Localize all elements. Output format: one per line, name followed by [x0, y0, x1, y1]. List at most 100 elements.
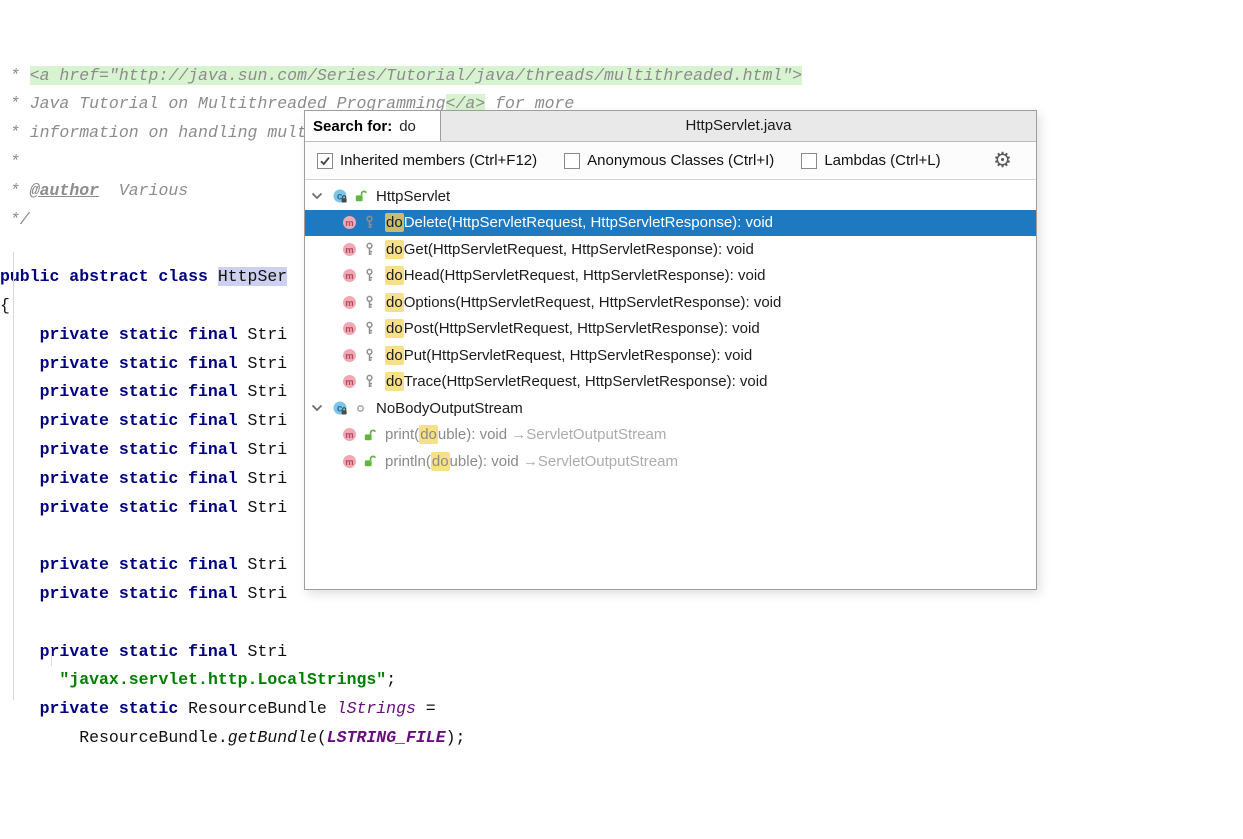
code-segment [0, 728, 79, 747]
svg-text:m: m [345, 271, 353, 282]
protected-key-icon [363, 374, 383, 389]
label-text: Post(HttpServletRequest, HttpServletResp… [404, 320, 760, 337]
protected-key-icon [363, 268, 383, 283]
label-text: uble): void [450, 453, 523, 470]
code-line[interactable]: private static final Stri [0, 638, 1243, 667]
code-segment: ResourceBundle [188, 699, 337, 718]
search-match-highlight: do [385, 319, 404, 338]
checkbox-checked-icon[interactable] [317, 153, 333, 169]
filter-label: Inherited members (Ctrl+F12) [340, 152, 537, 169]
code-segment: Stri [248, 555, 288, 574]
code-segment: private static final [40, 469, 248, 488]
code-segment: * [0, 123, 30, 142]
code-line[interactable]: private static ResourceBundle lStrings = [0, 695, 1243, 724]
search-match-highlight: do [385, 293, 404, 312]
search-input[interactable]: do [399, 118, 416, 135]
protected-key-icon [363, 242, 383, 257]
checkbox-unchecked-icon[interactable] [801, 153, 817, 169]
code-segment: private static final [40, 498, 248, 517]
popup-titlebar: Search for: do HttpServlet.java [305, 111, 1036, 142]
code-segment: * [0, 152, 20, 171]
tree-row-label: println(double): void →ServletOutputStre… [385, 453, 678, 470]
code-segment: ); [446, 728, 466, 747]
code-line[interactable]: "javax.servlet.http.LocalStrings"; [0, 666, 1243, 695]
tree-row-print[interactable]: mprint(double): void →ServletOutputStrea… [305, 422, 1036, 449]
code-segment: LSTRING_FILE [327, 728, 446, 747]
code-segment: private static final [40, 382, 248, 401]
code-segment: <a href="http://java.sun.com/Series/Tuto… [30, 66, 802, 85]
public-lock-icon [363, 428, 383, 442]
method-icon: m [341, 241, 363, 258]
protected-key-icon [363, 321, 383, 336]
checkbox-unchecked-icon[interactable] [564, 153, 580, 169]
code-segment [0, 354, 40, 373]
tree-row-doOptions[interactable]: mdoOptions(HttpServletRequest, HttpServl… [305, 289, 1036, 316]
code-segment: lStrings [337, 699, 416, 718]
tree-row-doHead[interactable]: mdoHead(HttpServletRequest, HttpServletR… [305, 263, 1036, 290]
filter-label: Lambdas (Ctrl+L) [824, 152, 940, 169]
filter-anonymous-classes-ctrl-i[interactable]: Anonymous Classes (Ctrl+I) [564, 152, 774, 169]
search-box[interactable]: Search for: do [305, 111, 441, 141]
code-segment: ; [386, 670, 396, 689]
label-text: print( [385, 426, 419, 443]
tree-row-doPost[interactable]: m doPost(HttpServletRequest, HttpServletR… [305, 316, 1036, 343]
code-segment: public abstract class [0, 267, 218, 286]
tree-row-label: doPut(HttpServletRequest, HttpServletRes… [385, 347, 752, 364]
svg-text:m: m [345, 377, 353, 388]
filter-lambdas-ctrl-l[interactable]: Lambdas (Ctrl+L) [801, 152, 940, 169]
tree-row-label: NoBodyOutputStream [376, 400, 523, 417]
indent-guide [51, 648, 52, 666]
code-segment: private static final [40, 555, 248, 574]
method-icon: m [341, 320, 363, 337]
code-segment: Stri [248, 411, 288, 430]
label-text: uble): void [438, 426, 511, 443]
code-segment: ( [317, 728, 327, 747]
indent-guide [13, 252, 14, 700]
structure-tree: cHttpServletmdoDelete(HttpServletRequest… [305, 180, 1036, 475]
code-segment: { [0, 296, 10, 315]
search-match-highlight: do [385, 346, 404, 365]
search-match-highlight: do [419, 425, 438, 444]
label-text: NoBodyOutputStream [376, 400, 523, 417]
code-segment [0, 325, 40, 344]
svg-text:m: m [345, 351, 353, 362]
method-icon: m [341, 347, 363, 364]
code-segment [0, 642, 40, 661]
label-text: Put(HttpServletRequest, HttpServletRespo… [404, 347, 753, 364]
code-segment: "javax.servlet.http.LocalStrings" [59, 670, 386, 689]
code-segment: Stri [248, 642, 288, 661]
tree-row-doTrace[interactable]: mdoTrace(HttpServletRequest, HttpServlet… [305, 369, 1036, 396]
code-line[interactable] [0, 609, 1243, 638]
chevron-down-icon[interactable] [305, 401, 332, 415]
gear-icon[interactable]: ⚙ [993, 150, 1012, 171]
chevron-down-icon[interactable] [305, 189, 332, 203]
code-segment: = [416, 699, 436, 718]
tree-row-label: doPost(HttpServletRequest, HttpServletRe… [385, 320, 760, 337]
method-icon: m [341, 373, 363, 390]
svg-text:m: m [345, 298, 353, 309]
protected-key-icon [363, 215, 383, 230]
filter-label: Anonymous Classes (Ctrl+I) [587, 152, 774, 169]
tree-row-doGet[interactable]: mdoGet(HttpServletRequest, HttpServletRe… [305, 236, 1036, 263]
label-text: println( [385, 453, 431, 470]
tree-row-doPut[interactable]: m doPut(HttpServletRequest, HttpServletRe… [305, 342, 1036, 369]
tree-row-doDelete[interactable]: mdoDelete(HttpServletRequest, HttpServle… [305, 210, 1036, 237]
tree-row-println[interactable]: m println(double): void →ServletOutputStr… [305, 448, 1036, 475]
code-line[interactable]: * <a href="http://java.sun.com/Series/Tu… [0, 62, 1243, 91]
search-match-highlight: do [431, 452, 450, 471]
code-segment [0, 440, 40, 459]
code-segment: Stri [248, 498, 288, 517]
public-lock-icon [354, 189, 374, 203]
filter-inherited-members-ctrl-f12[interactable]: Inherited members (Ctrl+F12) [317, 152, 537, 169]
tree-row-NoBodyOutputStream[interactable]: cNoBodyOutputStream [305, 395, 1036, 422]
code-segment: Stri [248, 354, 288, 373]
code-segment: private static [40, 699, 189, 718]
method-icon: m [341, 453, 363, 470]
code-segment: Stri [248, 440, 288, 459]
label-text: Head(HttpServletRequest, HttpServletResp… [404, 267, 766, 284]
popup-title: HttpServlet.java [441, 111, 1036, 141]
method-icon: m [341, 426, 363, 443]
tree-row-HttpServlet[interactable]: cHttpServlet [305, 183, 1036, 210]
code-line[interactable]: ResourceBundle.getBundle(LSTRING_FILE); [0, 724, 1243, 753]
search-match-highlight: do [385, 213, 404, 232]
